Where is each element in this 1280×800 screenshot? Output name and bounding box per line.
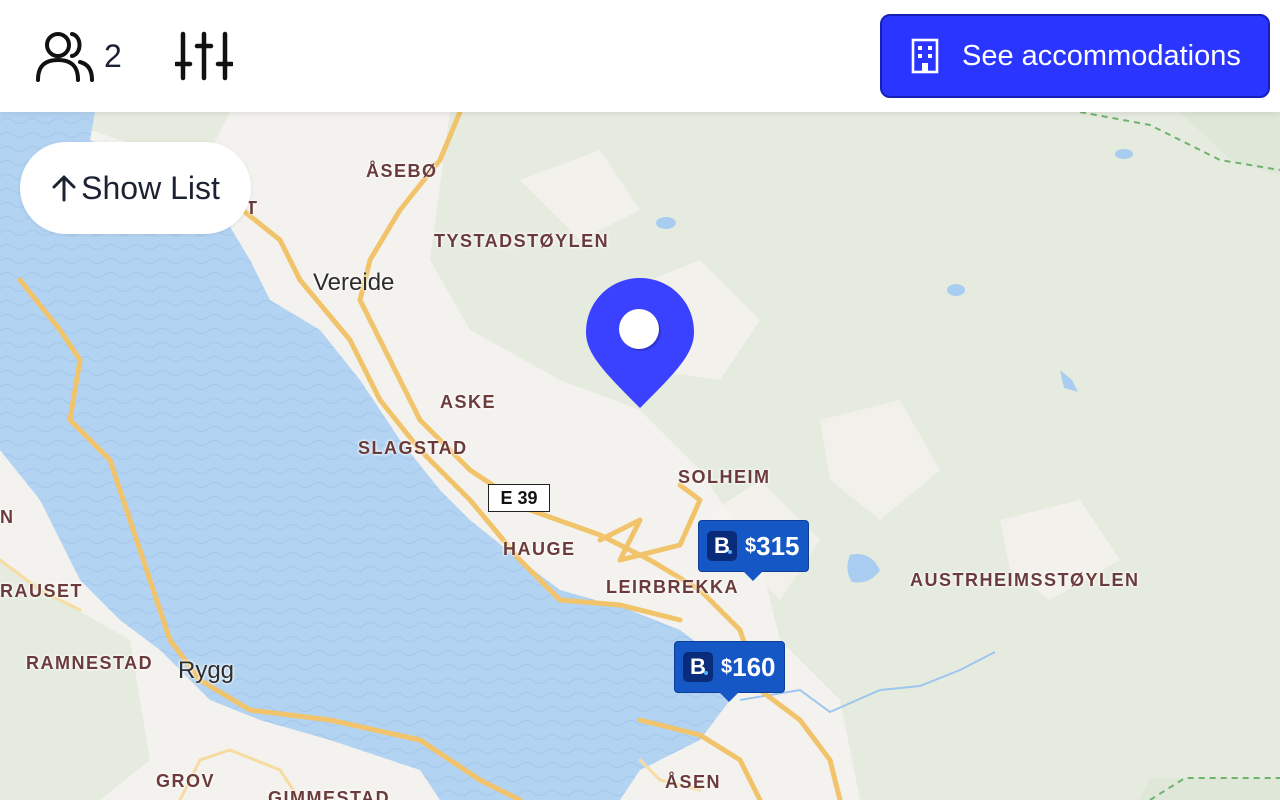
location-pin-icon[interactable] (584, 276, 696, 410)
town-label-rygg: Rygg (178, 657, 235, 684)
place-label-tystadstoylen: TYSTADSTØYLEN (434, 231, 610, 251)
place-label-aske: ASKE (440, 392, 497, 412)
place-label-austrheimsstoylen: AUSTRHEIMSSTØYLEN (910, 570, 1140, 590)
top-bar: 2 See accommodations (0, 0, 1280, 112)
guests-button[interactable]: 2 (34, 30, 122, 82)
road-shield-e39: E 39 (488, 484, 550, 512)
show-list-button[interactable]: Show List (20, 142, 251, 234)
booking-logo-icon: B (707, 531, 737, 561)
price-amount: $315 (745, 530, 800, 561)
see-accommodations-label: See accommodations (962, 39, 1241, 72)
place-label-hauge: HAUGE (503, 539, 576, 559)
sliders-icon (173, 31, 235, 81)
place-label-asebo: ÅSEBØ (366, 161, 438, 181)
building-icon (911, 38, 939, 74)
place-label-slagstad: SLAGSTAD (358, 438, 468, 458)
town-label-vereide: Vereide (313, 269, 395, 296)
show-list-label: Show List (81, 169, 220, 206)
place-label-grov: GROV (156, 771, 216, 791)
place-label-leirbrekka: LEIRBREKKA (606, 577, 740, 597)
guests-count: 2 (104, 37, 122, 74)
price-amount: $160 (721, 651, 776, 682)
see-accommodations-button[interactable]: See accommodations (880, 14, 1270, 98)
place-label-n-edge: N (0, 507, 15, 527)
place-label-gimmestad: GIMMESTAD (268, 788, 391, 800)
arrow-up-icon (52, 175, 76, 202)
place-label-asen: ÅSEN (665, 772, 722, 792)
price-marker[interactable]: B $315 (698, 520, 809, 581)
price-marker[interactable]: B $160 (674, 641, 785, 702)
filters-button[interactable] (173, 30, 235, 82)
place-label-ramnestad: RAMNESTAD (26, 653, 154, 673)
users-icon (36, 32, 94, 82)
booking-logo-icon: B (683, 652, 713, 682)
place-label-rauset: RAUSET (0, 581, 84, 601)
place-label-solheim: SOLHEIM (678, 467, 771, 487)
